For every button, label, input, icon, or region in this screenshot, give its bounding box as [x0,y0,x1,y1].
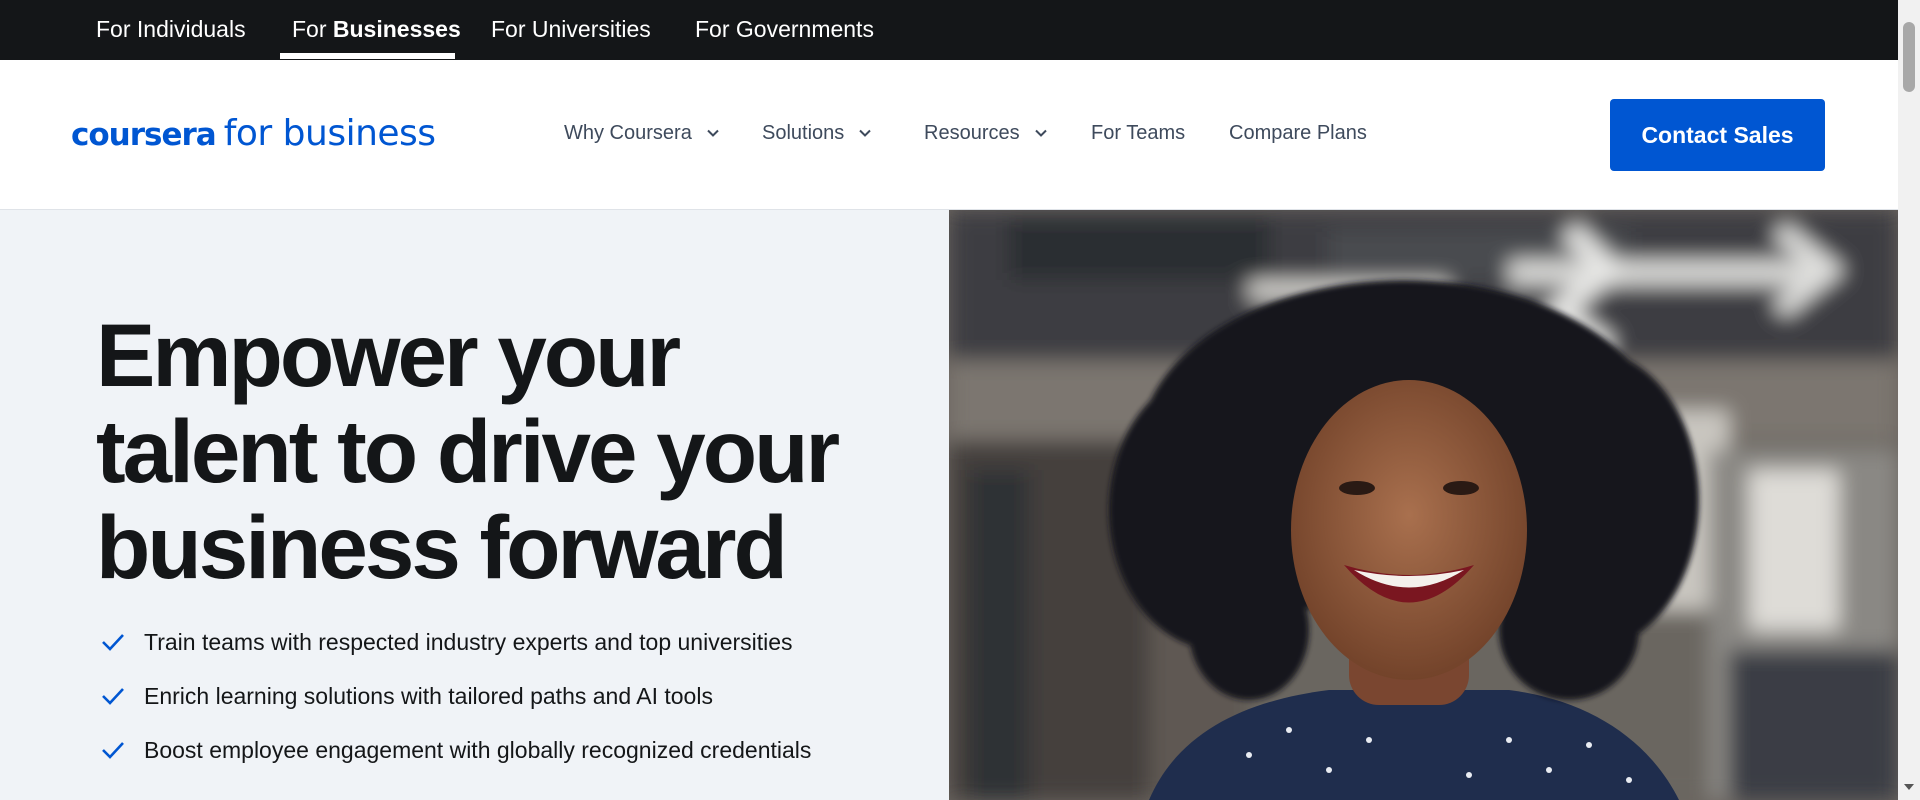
check-icon [102,634,124,651]
nav-resources-label: Resources [924,121,1020,144]
check-icon [102,688,124,705]
nav-why-coursera[interactable]: Why Coursera [564,118,720,148]
logo-suffix: for business [223,113,436,154]
nav-compare-plans-label: Compare Plans [1229,121,1367,144]
benefit-item: Boost employee engagement with globally … [100,734,811,766]
tab-for-businesses-prefix: For [292,16,333,42]
nav-solutions-label: Solutions [762,121,845,144]
benefit-text: Enrich learning solutions with tailored … [144,682,713,709]
scroll-down-arrow-icon[interactable] [1904,784,1914,790]
check-icon [102,742,124,759]
site-header: coursera for business Why Coursera Soluti… [0,60,1898,210]
hero-title: Empower your talent to drive your busine… [96,305,840,597]
benefit-item: Train teams with respected industry expe… [100,626,793,658]
benefit-item: Enrich learning solutions with tailored … [100,680,713,712]
page-scrollbar[interactable] [1898,0,1920,800]
chevron-down-icon [859,129,871,137]
nav-for-teams-label: For Teams [1091,121,1186,144]
active-tab-indicator [280,53,455,59]
nav-resources[interactable]: Resources [924,118,1048,148]
contact-sales-button[interactable]: Contact Sales [1610,99,1825,171]
coursera-for-business-logo[interactable]: coursera for business [71,113,436,154]
tab-for-businesses[interactable]: For Businesses [292,0,461,60]
logo-wordmark: coursera [71,117,217,153]
nav-why-coursera-label: Why Coursera [564,121,692,144]
benefit-text: Boost employee engagement with globally … [144,736,812,763]
nav-compare-plans[interactable]: Compare Plans [1229,118,1367,148]
audience-bar: For Individuals For Businesses For Unive… [0,0,1898,60]
chevron-down-icon [1034,129,1047,137]
tab-for-individuals[interactable]: For Individuals [96,0,246,60]
benefit-text: Train teams with respected industry expe… [144,628,793,655]
hero-photo [949,210,1898,800]
tab-for-universities[interactable]: For Universities [491,0,651,60]
tab-for-governments[interactable]: For Governments [695,0,874,60]
scrollbar-thumb[interactable] [1903,22,1915,92]
nav-solutions[interactable]: Solutions [762,118,872,148]
nav-for-teams[interactable]: For Teams [1091,118,1185,148]
chevron-down-icon [707,129,719,137]
hero-photo-illustration [949,210,1898,800]
tab-for-businesses-bold: Businesses [332,16,461,42]
hero-content: Empower your talent to drive your busine… [0,210,949,800]
